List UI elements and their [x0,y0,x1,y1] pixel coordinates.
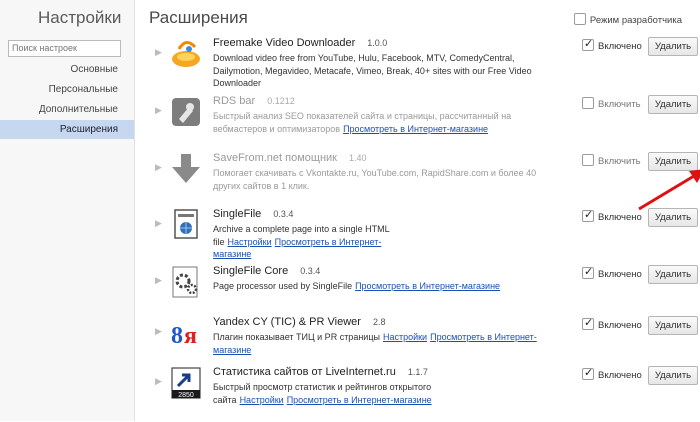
extension-version: 0.1212 [267,96,295,106]
extension-item: ▶ Freemake Video Downloader 1.0.0 Downloa… [155,37,700,93]
settings-sidebar: Настройки Основные Персональные Дополнит… [0,0,135,421]
enable-checkbox[interactable] [582,366,594,380]
delete-button[interactable]: Удалить [648,265,698,284]
sidebar-item-advanced[interactable]: Дополнительные [39,104,118,115]
extension-name: SingleFile 0.3.4 [213,208,294,220]
enable-checkbox[interactable] [582,97,594,109]
enable-toggle[interactable]: Включено [582,316,642,331]
extension-description: Быстрый просмотр статистик и рейтингов о… [213,382,432,405]
expand-caret-icon[interactable]: ▶ [155,105,162,116]
search-settings-input[interactable] [8,40,121,57]
liveinternet-icon: 2850 [171,367,201,399]
enable-toggle[interactable]: Включить [582,97,641,110]
extension-item: ▶ 8 я Yandex CY (TIC) & PR Viewer 2.8 Пла… [155,316,700,372]
extensions-panel: Расширения Режим разработчика ▶ Freemake… [135,0,700,421]
enable-toggle[interactable]: Включить [582,154,641,167]
extension-version: 1.1.7 [407,367,428,377]
extension-name: Статистика сайтов от LiveInternet.ru 1.1.… [213,366,428,378]
developer-mode-checkbox[interactable] [573,13,586,25]
enable-toggle[interactable]: Включено [582,208,642,223]
extension-version: 1.40 [348,153,367,163]
enable-checkbox[interactable] [582,316,594,330]
enable-toggle[interactable]: Включено [582,366,642,381]
gears-icon [172,266,198,298]
rds-bar-icon [172,98,200,126]
settings-link[interactable]: Настройки [383,332,427,342]
expand-caret-icon[interactable]: ▶ [155,162,162,173]
delete-button[interactable]: Удалить [648,316,698,335]
extension-version: 0.3.4 [273,209,294,219]
enable-checkbox[interactable] [582,208,594,222]
store-link[interactable]: Просмотреть в Интернет-магазине [355,281,500,291]
expand-caret-icon[interactable]: ▶ [155,218,162,229]
developer-mode-label: Режим разработчика [589,15,682,26]
sidebar-item-personal[interactable]: Персональные [49,84,118,95]
sidebar-item-basic[interactable]: Основные [71,64,118,75]
sidebar-title: Настройки [38,8,122,27]
enable-checkbox[interactable] [582,37,594,51]
extension-description: Помогает скачивать с Vkontakte.ru, YouTu… [213,168,537,191]
yandex-icon: 8 я [171,323,197,349]
freemake-icon [172,41,200,67]
extension-description: Download video free from YouTube, Hulu, … [213,53,532,88]
expand-caret-icon[interactable]: ▶ [155,376,162,387]
extension-item: ▶ 2850 Статистика сайтов от LiveInternet… [155,366,700,422]
extension-version: 0.3.4 [300,266,321,276]
extension-name: Yandex CY (TIC) & PR Viewer 2.8 [213,316,386,328]
delete-button[interactable]: Удалить [648,95,698,114]
enable-toggle[interactable]: Включено [582,37,642,52]
red-arrow-icon [638,169,700,211]
extension-description: Archive a complete page into a single HT… [213,224,390,259]
extension-description: Быстрый анализ SEO показателей сайта и с… [213,111,512,134]
extension-item: ▶ RDS bar 0.1212 Быстрый анализ SEO показ… [155,95,700,151]
extension-item: ▶ SaveFrom.net помощник 1.40 Помогает ска… [155,152,700,208]
settings-link[interactable]: Настройки [240,395,284,405]
svg-text:8: 8 [171,323,183,349]
extension-item: ▶ SingleFile 0.3.4 Archive a complete pag… [155,208,700,264]
extension-version: 1.0.0 [367,38,388,48]
svg-text:я: я [184,323,197,349]
extension-description: Page processor used by SingleFile Просмот… [213,281,501,291]
delete-button[interactable]: Удалить [648,37,698,56]
extension-description: Плагин показывает ТИЦ и PR страницы Настр… [213,332,537,355]
settings-link[interactable]: Настройки [228,237,272,247]
enable-checkbox[interactable] [582,154,594,166]
extension-item: ▶ SingleFile Core 0.3.4 Page processor us… [155,265,700,321]
extension-name: SingleFile Core 0.3.4 [213,265,321,277]
store-link[interactable]: Просмотреть в Интернет-магазине [343,124,488,134]
page-title: Расширения [149,8,248,27]
download-arrow-icon [172,154,200,183]
singlefile-icon [174,209,198,239]
expand-caret-icon[interactable]: ▶ [155,275,162,286]
extension-name: Freemake Video Downloader 1.0.0 [213,37,388,49]
developer-mode-toggle[interactable]: Режим разработчика [573,13,682,26]
enable-toggle[interactable]: Включено [582,265,642,280]
extension-name: SaveFrom.net помощник 1.40 [213,152,367,164]
expand-caret-icon[interactable]: ▶ [155,47,162,58]
liveinternet-counter: 2850 [178,392,194,399]
expand-caret-icon[interactable]: ▶ [155,326,162,337]
extension-name: RDS bar 0.1212 [213,95,295,107]
store-link[interactable]: Просмотреть в Интернет-магазине [287,395,432,405]
extension-version: 2.8 [372,317,386,327]
sidebar-item-extensions[interactable]: Расширения [0,120,134,139]
enable-checkbox[interactable] [582,265,594,279]
delete-button[interactable]: Удалить [648,366,698,385]
